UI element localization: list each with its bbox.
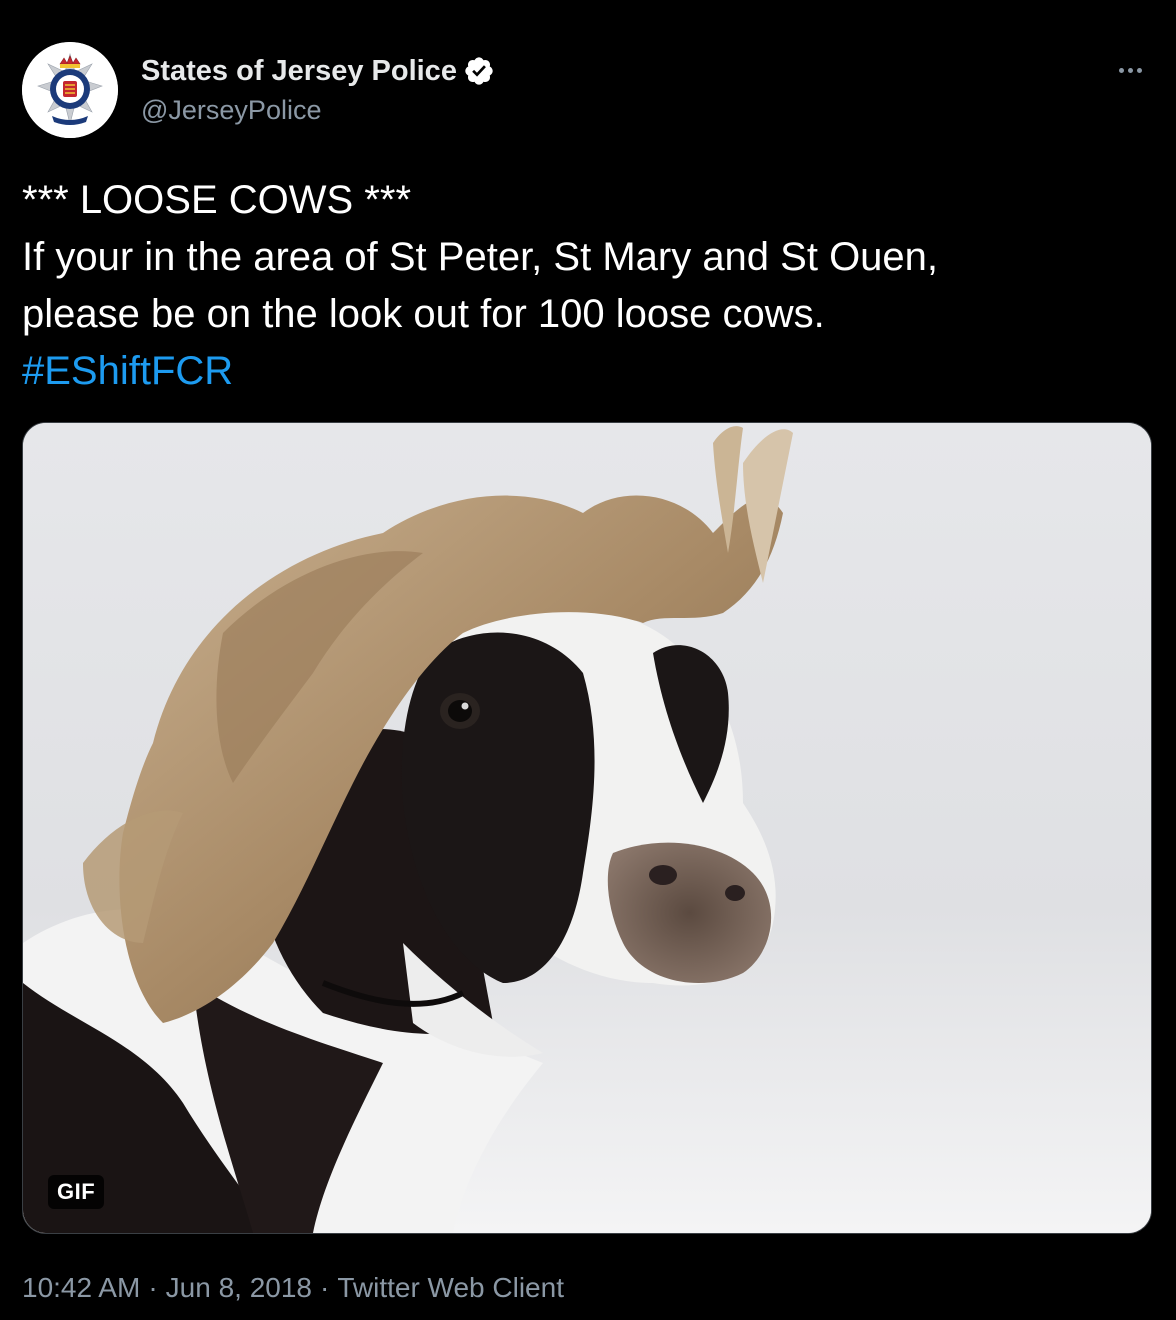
author-display-name: States of Jersey Police [141, 55, 457, 87]
gif-badge: GIF [48, 1175, 105, 1209]
police-crest-icon [22, 42, 118, 138]
verified-badge-icon [465, 57, 493, 85]
author-info: States of Jersey Police @JerseyPolice [141, 54, 495, 127]
tweet-line-1: *** LOOSE COWS *** [22, 178, 412, 222]
tweet: States of Jersey Police @JerseyPolice **… [0, 0, 1176, 1320]
cow-gif-image [23, 423, 1151, 1233]
tweet-line-3: please be on the look out for 100 loose … [22, 292, 825, 336]
tweet-time[interactable]: 10:42 AM [22, 1272, 140, 1303]
meta-separator: · [148, 1272, 158, 1303]
tweet-metadata: 10:42 AM · Jun 8, 2018 · Twitter Web Client [22, 1270, 564, 1306]
more-horizontal-icon-dot [1127, 67, 1133, 73]
more-horizontal-icon [1118, 67, 1124, 73]
gif-media[interactable]: GIF [22, 422, 1152, 1234]
more-options-button[interactable] [1110, 56, 1150, 84]
tweet-line-2: If your in the area of St Peter, St Mary… [22, 235, 939, 279]
tweet-date[interactable]: Jun 8, 2018 [166, 1272, 312, 1303]
tweet-source[interactable]: Twitter Web Client [337, 1272, 564, 1303]
author-avatar[interactable] [22, 42, 118, 138]
meta-separator: · [319, 1272, 330, 1303]
author-name-link[interactable]: States of Jersey Police [141, 54, 495, 88]
hashtag-link[interactable]: #EShiftFCR [22, 349, 233, 393]
tweet-text: *** LOOSE COWS *** If your in the area o… [22, 172, 1152, 400]
author-handle[interactable]: @JerseyPolice [141, 93, 495, 127]
more-horizontal-icon-dot [1136, 67, 1142, 73]
